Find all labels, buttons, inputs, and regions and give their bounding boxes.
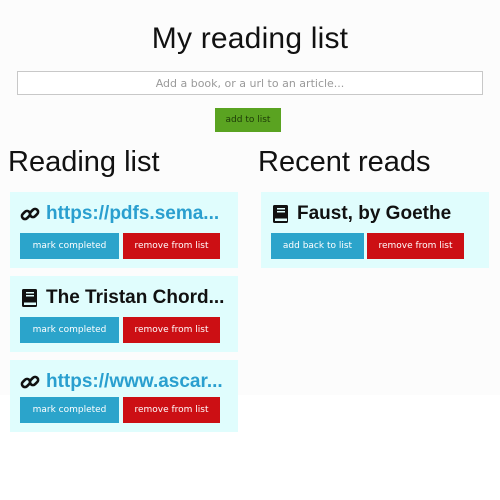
recent-reads-item: Faust, by Goethe add back to list remove… — [261, 192, 489, 268]
mark-completed-button[interactable]: mark completed — [20, 317, 119, 343]
item-title-row[interactable]: https://pdfs.sema... — [20, 200, 219, 228]
reading-list-heading: Reading list — [8, 146, 160, 178]
item-title-row: Faust, by Goethe — [271, 200, 451, 228]
link-icon — [20, 204, 40, 224]
remove-from-list-button[interactable]: remove from list — [123, 317, 220, 343]
reading-list-item: https://pdfs.sema... mark completed remo… — [10, 192, 238, 268]
book-icon — [271, 204, 291, 224]
item-title-link[interactable]: https://pdfs.sema... — [46, 203, 219, 225]
book-icon — [20, 288, 40, 308]
add-back-to-list-button[interactable]: add back to list — [271, 233, 364, 259]
item-title-row: The Tristan Chord... — [20, 284, 224, 312]
mark-completed-button[interactable]: mark completed — [20, 233, 119, 259]
item-title-text: Faust, by Goethe — [297, 203, 452, 224]
remove-from-list-button[interactable]: remove from list — [367, 233, 464, 259]
page-title: My reading list — [151, 22, 349, 55]
remove-from-list-button[interactable]: remove from list — [123, 233, 220, 259]
recent-reads-heading: Recent reads — [258, 146, 431, 178]
add-to-list-button[interactable]: add to list — [215, 108, 281, 132]
item-title-row[interactable]: https://www.ascar... — [20, 368, 223, 396]
link-icon — [20, 372, 40, 392]
mark-completed-button[interactable]: mark completed — [20, 397, 119, 423]
add-item-input[interactable] — [17, 71, 483, 95]
remove-from-list-button[interactable]: remove from list — [123, 397, 220, 423]
item-title-link[interactable]: https://www.ascar... — [46, 371, 223, 393]
reading-list-item: https://www.ascar... mark completed remo… — [10, 360, 238, 432]
item-title-text: The Tristan Chord... — [46, 287, 225, 308]
reading-list-item: The Tristan Chord... mark completed remo… — [10, 276, 238, 352]
